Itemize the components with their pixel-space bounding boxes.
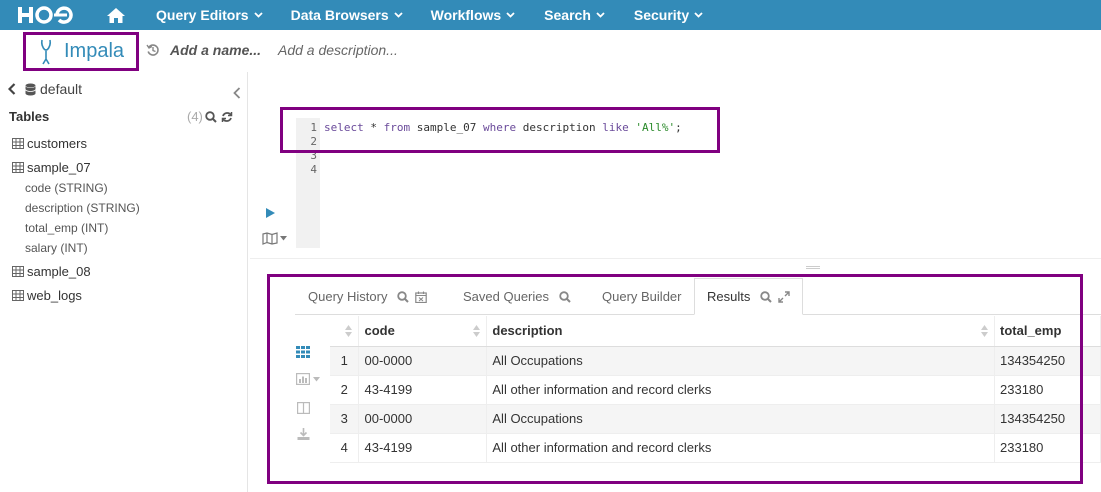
nav-security-label: Security (633, 7, 690, 23)
nav-data-browsers[interactable]: Data Browsers (291, 0, 403, 30)
table-icon (12, 266, 24, 277)
nav-query-editors-label: Query Editors (156, 7, 249, 23)
nav-data-browsers-label: Data Browsers (290, 7, 389, 23)
table-item-web-logs[interactable]: web_logs (12, 288, 82, 303)
tables-heading: Tables (9, 109, 50, 124)
search-icon[interactable] (205, 110, 217, 128)
table-name: sample_07 (27, 160, 91, 175)
table-icon (12, 138, 24, 149)
map-icon (262, 232, 278, 245)
query-description-field[interactable]: Add a description... (278, 42, 398, 58)
home-icon[interactable] (107, 7, 125, 23)
table-item-sample-08[interactable]: sample_08 (12, 264, 91, 279)
assist-panel: default Tables (4) customers sample_07 c… (0, 72, 248, 492)
nav-search[interactable]: Search (544, 0, 605, 30)
chevron-down-icon (694, 12, 703, 18)
results-highlight-box (267, 274, 1083, 484)
editor-divider (250, 258, 1101, 259)
nav-workflows-label: Workflows (430, 7, 502, 23)
table-item-customers[interactable]: customers (12, 136, 87, 151)
chevron-down-icon (506, 12, 515, 18)
history-icon[interactable] (146, 43, 160, 62)
query-options-button[interactable] (262, 232, 287, 245)
table-name: sample_08 (27, 264, 91, 279)
tables-count: (4) (187, 109, 203, 124)
resize-handle[interactable] (806, 266, 820, 269)
play-icon (266, 208, 275, 218)
nav-workflows[interactable]: Workflows (431, 0, 516, 30)
nav-security[interactable]: Security (634, 0, 703, 30)
table-name: web_logs (27, 288, 82, 303)
nav-search-label: Search (544, 7, 591, 23)
table-name: customers (27, 136, 87, 151)
table-icon (12, 290, 24, 301)
column-item[interactable]: salary (INT) (25, 241, 88, 255)
database-name: default (40, 81, 83, 97)
table-icon (12, 162, 24, 173)
chevron-down-icon (394, 12, 403, 18)
refresh-icon[interactable] (221, 110, 233, 128)
run-query-button[interactable] (265, 206, 276, 224)
editor-header: Impala Add a name... Add a description..… (0, 30, 1101, 72)
editor-type-selector[interactable]: Impala (23, 32, 139, 71)
chevron-down-icon (596, 12, 605, 18)
column-item[interactable]: code (STRING) (25, 181, 108, 195)
database-selector[interactable]: default (8, 81, 82, 97)
top-navbar: Query Editors Data Browsers Workflows Se… (0, 0, 1101, 30)
chevron-down-icon (253, 12, 263, 18)
line-number: 4 (310, 163, 317, 176)
nav-query-editors[interactable]: Query Editors (156, 0, 263, 30)
impala-icon (40, 39, 52, 64)
editor-type-label: Impala (64, 40, 125, 62)
database-icon (25, 83, 36, 95)
query-name-field[interactable]: Add a name... (170, 42, 261, 58)
column-item[interactable]: description (STRING) (25, 201, 140, 215)
hue-logo[interactable] (18, 0, 73, 30)
caret-down-icon (280, 236, 287, 241)
collapse-panel-icon[interactable] (233, 86, 241, 104)
column-item[interactable]: total_emp (INT) (25, 221, 108, 235)
back-chevron-icon[interactable] (8, 83, 16, 95)
table-item-sample-07[interactable]: sample_07 (12, 160, 91, 175)
query-highlight-box (280, 107, 720, 153)
